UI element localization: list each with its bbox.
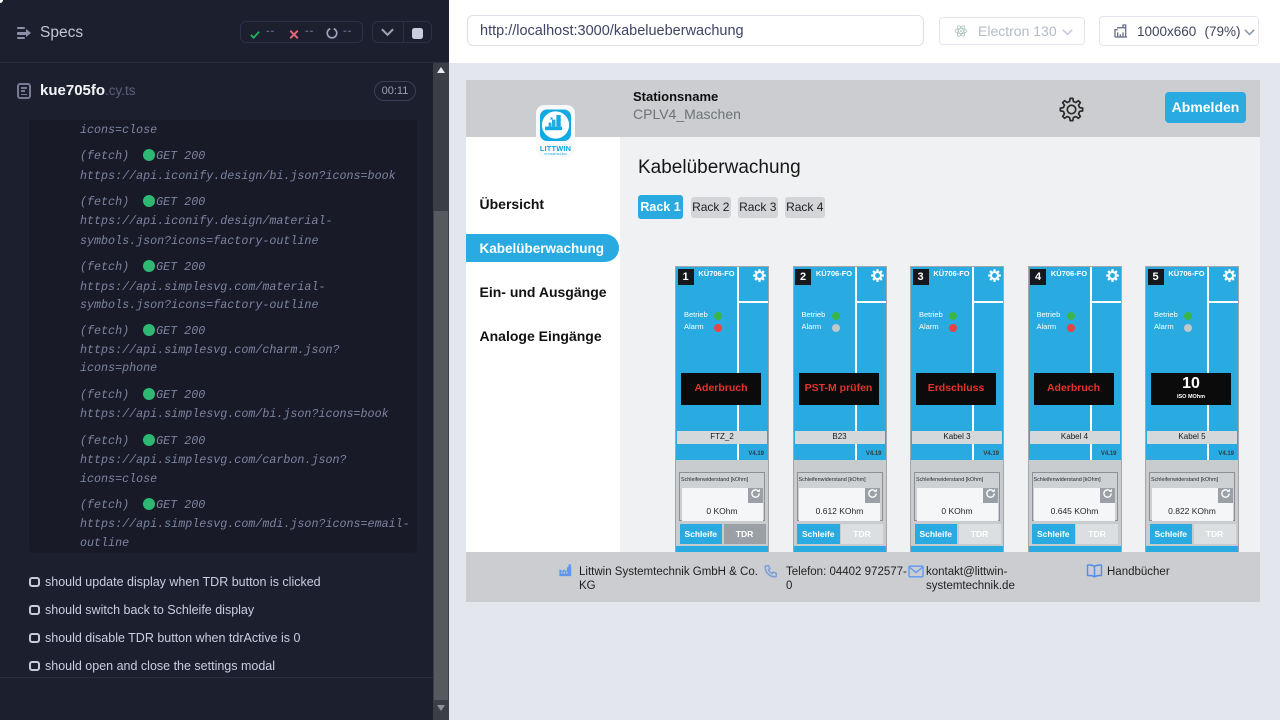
svg-text:LITTWIN: LITTWIN — [540, 144, 571, 153]
svg-text:SYSTEMTECHNIK: SYSTEMTECHNIK — [544, 152, 567, 156]
